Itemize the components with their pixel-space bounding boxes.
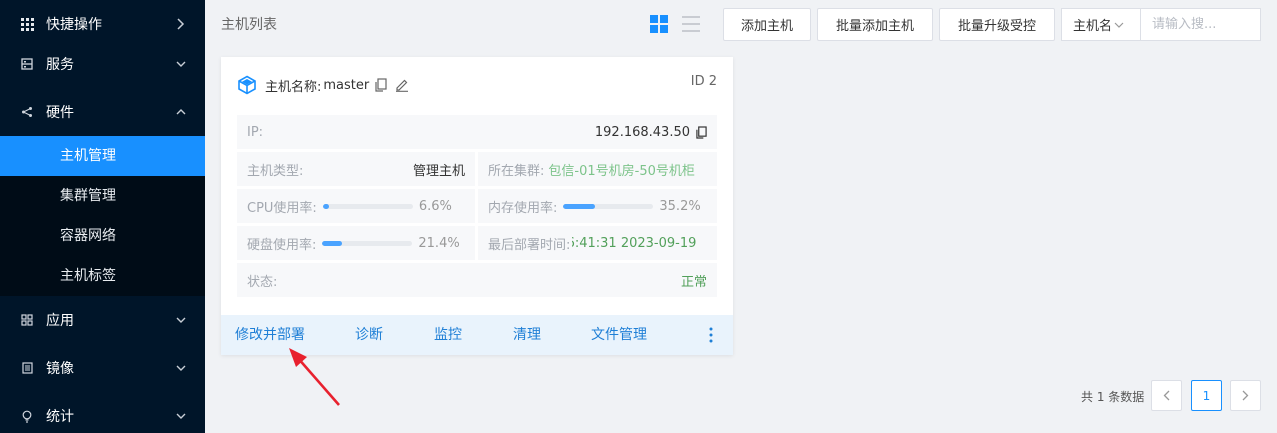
sidebar-item-hardware[interactable]: 硬件 <box>0 88 205 136</box>
sidebar-item-host-management[interactable]: 主机管理 <box>0 136 205 176</box>
clean-link[interactable]: 清理 <box>513 315 541 355</box>
cluster-label: 所在集群: <box>488 163 545 179</box>
sidebar-item-label: 服务 <box>46 57 74 73</box>
monitor-link[interactable]: 监控 <box>434 315 462 355</box>
chevron-right-icon <box>175 18 187 30</box>
info-row-cpu-mem: CPU使用率: 6.6% 内存使用率: 35.2% <box>237 189 717 223</box>
sidebar-item-host-tags[interactable]: 主机标签 <box>0 256 205 296</box>
host-card: 主机名称: master ID 2 IP: 192.168.43.50 主机类型… <box>221 57 733 355</box>
batch-add-host-button[interactable]: 批量添加主机 <box>817 8 933 41</box>
mem-label: 内存使用率: <box>488 200 558 216</box>
chevron-down-icon <box>1114 20 1124 30</box>
server-icon <box>20 57 34 71</box>
info-row-ip: IP: 192.168.43.50 <box>237 115 717 149</box>
info-row-type-cluster: 主机类型: 管理主机 所在集群: 包信-01号机房-50号机柜 <box>237 152 717 186</box>
host-name-value: master <box>323 77 370 93</box>
pagination-total: 共 1 条数据 <box>1081 390 1145 404</box>
status-cell: 状态: 正常 <box>237 263 717 297</box>
status-label: 状态: <box>247 274 278 290</box>
mem-usage-fill <box>563 203 596 209</box>
more-options-icon[interactable] <box>709 327 713 343</box>
grid-view-icon[interactable] <box>650 15 668 33</box>
cluster-cell: 所在集群: 包信-01号机房-50号机柜 <box>478 152 717 186</box>
page-title: 主机列表 <box>221 17 277 33</box>
chevron-down-icon <box>175 314 187 326</box>
cpu-usage-bar <box>322 203 413 209</box>
add-host-button[interactable]: 添加主机 <box>723 8 811 41</box>
ip-label: IP: <box>247 124 264 140</box>
cpu-cell: CPU使用率: 6.6% <box>237 189 475 223</box>
sidebar-item-label: 镜像 <box>46 361 74 377</box>
host-type-cell: 主机类型: 管理主机 <box>237 152 475 186</box>
share-icon <box>20 105 34 119</box>
status-badge: 正常 <box>680 274 707 290</box>
diagnose-link[interactable]: 诊断 <box>355 315 383 355</box>
grid-icon <box>20 17 34 31</box>
host-card-header: 主机名称: master <box>237 75 409 95</box>
mem-usage-bar <box>563 203 654 209</box>
cube-icon <box>237 75 257 95</box>
sidebar-item-images[interactable]: 镜像 <box>0 344 205 392</box>
sidebar-item-cluster-management[interactable]: 集群管理 <box>0 176 205 216</box>
edit-icon[interactable] <box>395 78 409 92</box>
filter-select[interactable]: 主机名 <box>1061 8 1140 41</box>
batch-upgrade-button[interactable]: 批量升级受控 <box>939 8 1055 41</box>
info-row-status: 状态: 正常 <box>237 263 717 297</box>
mem-cell: 内存使用率: 35.2% <box>478 189 717 223</box>
list-view-icon[interactable] <box>682 15 700 33</box>
host-name-label: 主机名称: <box>265 79 322 95</box>
chevron-right-icon <box>1242 390 1249 401</box>
sidebar-item-label: 统计 <box>46 409 74 425</box>
sidebar-item-statistics[interactable]: 统计 <box>0 392 205 433</box>
sidebar-item-container-network[interactable]: 容器网络 <box>0 216 205 256</box>
copy-icon[interactable] <box>375 78 389 92</box>
cpu-usage-text: 6.6% <box>418 198 452 214</box>
apps-icon <box>20 313 34 327</box>
cluster-value: 包信-01号机房-50号机柜 <box>548 163 695 179</box>
deploy-time-value: 2023-09-19 16:41:31 <box>572 235 697 251</box>
bulb-icon <box>20 409 34 423</box>
page-button-1[interactable]: 1 <box>1191 380 1222 411</box>
chevron-up-icon <box>175 106 187 118</box>
next-page-button[interactable] <box>1230 380 1261 411</box>
disk-usage-bar <box>322 240 413 246</box>
sidebar-item-services[interactable]: 服务 <box>0 40 205 88</box>
ip-cell: IP: 192.168.43.50 <box>237 115 717 149</box>
chevron-left-icon <box>1163 390 1170 401</box>
deploy-cell: 最后部署时间: 2023-09-19 16:41:31 <box>478 226 717 260</box>
host-type-value: 管理主机 <box>412 163 465 179</box>
sidebar-item-apps[interactable]: 应用 <box>0 296 205 344</box>
deploy-time-label: 最后部署时间: <box>488 237 571 253</box>
host-type-label: 主机类型: <box>247 163 304 179</box>
sidebar-item-label: 硬件 <box>46 105 74 121</box>
info-row-disk-deploy: 硬盘使用率: 21.4% 最后部署时间: 2023-09-19 16:41:31 <box>237 226 717 260</box>
cpu-usage-fill <box>322 203 329 209</box>
prev-page-button[interactable] <box>1151 380 1182 411</box>
copy-icon[interactable] <box>696 125 707 139</box>
hardware-submenu: 主机管理 集群管理 容器网络 主机标签 <box>0 136 205 296</box>
filter-select-value: 主机名 <box>1073 19 1113 34</box>
chevron-down-icon <box>175 410 187 422</box>
disk-usage-fill <box>322 240 342 246</box>
search-input[interactable] <box>1140 8 1261 41</box>
disk-cell: 硬盘使用率: 21.4% <box>237 226 475 260</box>
sidebar: 快捷操作 服务 硬件 主机管理 集群管理 容器网络 主机标签 应用 镜像 统计 <box>0 0 205 433</box>
disk-usage-text: 21.4% <box>418 235 460 251</box>
host-id: ID 2 <box>690 74 717 89</box>
file-management-link[interactable]: 文件管理 <box>591 315 647 355</box>
sidebar-item-label: 应用 <box>46 313 74 329</box>
cpu-label: CPU使用率: <box>247 200 317 216</box>
document-icon <box>20 361 34 375</box>
disk-label: 硬盘使用率: <box>247 237 317 253</box>
chevron-down-icon <box>175 362 187 374</box>
ip-value: 192.168.43.50 <box>594 124 690 140</box>
mem-usage-text: 35.2% <box>659 198 701 214</box>
chevron-down-icon <box>175 58 187 70</box>
sidebar-item-label: 快捷操作 <box>46 17 102 33</box>
annotation-arrow-icon <box>283 343 345 409</box>
